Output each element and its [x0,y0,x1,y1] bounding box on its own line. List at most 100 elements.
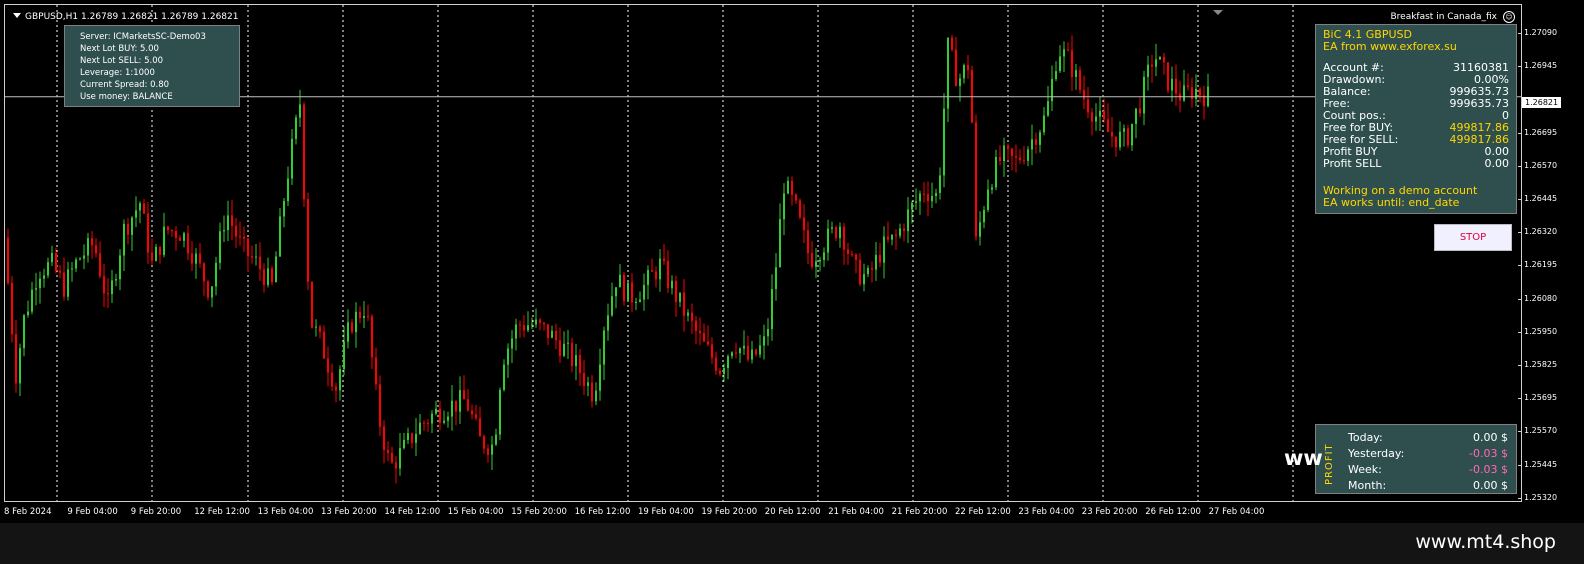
candle-body [587,382,589,386]
candle-body [947,37,949,109]
candle-body [911,202,913,210]
time-label: 20 Feb 12:00 [764,507,821,517]
candle-body [475,414,477,419]
candle-body [607,315,609,331]
candle-body [319,326,321,332]
price-level-label: 1.26320 [1524,227,1558,237]
candle-body [655,271,657,280]
candle-body [131,217,133,235]
candle-body [583,373,585,386]
candle-body [575,355,577,367]
price-level-label: 1.26080 [1524,293,1558,303]
price-level-label: 1.25320 [1524,492,1558,502]
price-level-label: 1.25695 [1524,393,1558,403]
time-label: 13 Feb 20:00 [321,507,377,517]
candle-body [191,253,193,264]
candle-body [887,236,889,240]
candle-body [167,226,169,231]
candle-body [975,122,977,237]
profit-row-label: Today: [1348,431,1383,444]
candle-body [391,452,393,463]
candle-body [219,231,221,263]
candle-body [859,259,861,285]
candle-body [507,348,509,365]
candle-body [799,200,801,218]
candle-body [79,258,81,260]
candle-body [379,384,381,427]
candle-body [1031,139,1033,150]
time-label: 23 Feb 04:00 [1018,507,1075,517]
candle-body [175,230,177,238]
ea-subtitle: EA from www.exforex.su [1323,40,1457,53]
candle-body [499,389,501,435]
candle-body [735,352,737,354]
candle-body [323,331,325,359]
price-tick [1518,265,1522,267]
candle-body [683,292,685,316]
site-watermark: www.mt4.shop [1415,531,1556,553]
time-label: 27 Feb 04:00 [1208,507,1265,517]
info-line: Next Lot BUY: 5.00 [80,44,159,54]
candle-body [603,330,605,365]
chart-shift-marker-icon[interactable] [1213,10,1223,15]
candle-body [459,390,461,412]
candle-body [347,322,349,342]
candle-body [119,255,121,280]
time-label: 15 Feb 04:00 [447,507,504,517]
candle-body [843,226,845,250]
candle-body [331,372,333,387]
candle-body [503,364,505,390]
candle-body [171,230,173,232]
candle-body [1171,78,1173,91]
price-tick [1518,33,1522,34]
candle-body [163,226,165,255]
candle-body [1123,128,1125,132]
candle-body [855,254,857,260]
candle-body [1159,56,1161,60]
candle-body [719,370,721,374]
candle-body [687,312,689,316]
price-tick [1518,165,1522,167]
candle-body [267,268,269,286]
candle-body [443,420,445,423]
candle-body [431,413,433,424]
candle-body [463,390,465,400]
info-line: Leverage: 1:1000 [80,68,155,78]
candle-body [1035,139,1037,145]
symbol-title-text: GBPUSD,H1 1.26789 1.26821 1.26789 1.2682… [25,12,239,22]
candle-body [615,287,617,297]
stop-button[interactable]: STOP [1434,224,1512,251]
candle-body [895,234,897,236]
candle-body [563,343,565,356]
current-price-label: 1.26821 [1522,97,1562,108]
profit-row: Month: 0.00 $ [1348,478,1508,494]
candle-body [727,356,729,369]
candle-body [543,322,545,325]
candle-body [115,279,117,281]
candle-body [659,258,661,280]
candle-body [1095,116,1097,122]
candle-body [427,423,429,425]
candle-body [1067,49,1069,51]
candle-body [851,254,853,256]
candle-body [1163,56,1165,63]
candle-body [439,408,441,423]
candle-body [547,324,549,338]
candle-body [99,253,101,277]
candle-body [835,227,837,239]
candle-body [451,400,453,417]
profit-row: Today: 0.00 $ [1348,430,1508,446]
candle-body [35,288,37,290]
candle-body [803,217,805,231]
candle-body [867,268,869,275]
dropdown-triangle-icon[interactable] [13,13,21,18]
ea-rows: Account #: 31160381 Drawdown: 0.00% Balance:… [1323,62,1509,170]
candle-body [899,228,901,236]
candle-body [515,324,517,339]
candle-body [931,196,933,202]
candle-body [1175,78,1177,94]
candle-body [695,320,697,331]
candle-body [1003,145,1005,162]
candle-body [571,342,573,367]
candle-body [211,286,213,298]
